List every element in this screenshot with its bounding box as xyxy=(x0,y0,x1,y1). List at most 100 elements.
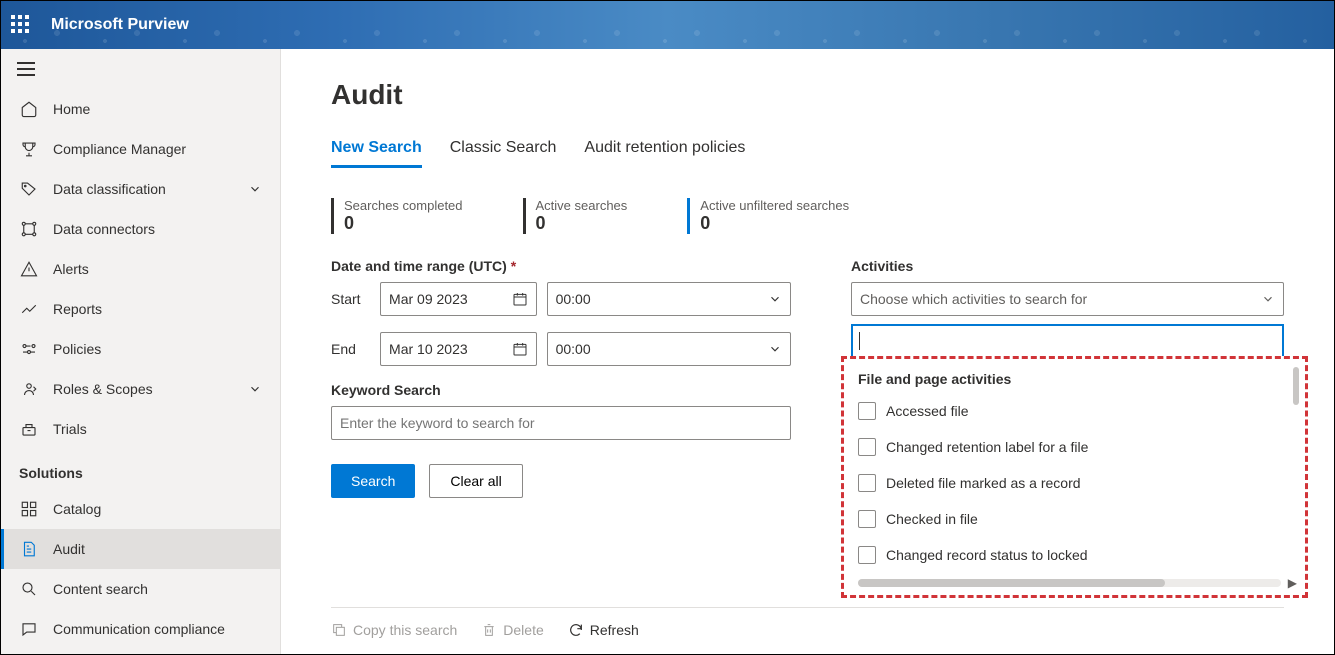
checkbox[interactable] xyxy=(858,474,876,492)
horizontal-scrollbar[interactable]: ▶ xyxy=(858,577,1297,589)
sidebar-item-label: Audit xyxy=(53,541,262,557)
activity-option[interactable]: Changed record status to locked xyxy=(858,537,1297,573)
trophy-icon xyxy=(19,139,39,159)
end-time-input[interactable]: 00:00 xyxy=(547,332,791,366)
sidebar-item-content-search[interactable]: Content search xyxy=(1,569,280,609)
hamburger-icon[interactable] xyxy=(17,62,35,76)
sidebar-item-roles-scopes[interactable]: Roles & Scopes xyxy=(1,369,280,409)
sidebar-item-label: Compliance Manager xyxy=(53,141,262,157)
app-title: Microsoft Purview xyxy=(51,16,189,34)
comm-icon xyxy=(19,619,39,639)
checkbox[interactable] xyxy=(858,402,876,420)
sidebar-item-policies[interactable]: Policies xyxy=(1,329,280,369)
activities-group-title: File and page activities xyxy=(858,371,1297,387)
activity-option-label: Checked in file xyxy=(886,511,978,527)
app-launcher-icon[interactable] xyxy=(11,15,31,35)
reports-icon xyxy=(19,299,39,319)
audit-icon xyxy=(19,539,39,559)
activity-option-label: Changed record status to locked xyxy=(886,547,1088,563)
stat-value: 0 xyxy=(700,213,849,234)
sidebar-item-home[interactable]: Home xyxy=(1,89,280,129)
calendar-icon xyxy=(512,291,528,307)
checkbox[interactable] xyxy=(858,438,876,456)
clear-all-button[interactable]: Clear all xyxy=(429,464,522,498)
keyword-search-field[interactable] xyxy=(340,415,782,431)
chevron-down-icon xyxy=(248,182,262,196)
home-icon xyxy=(19,99,39,119)
activity-option[interactable]: Checked in file xyxy=(858,501,1297,537)
main-content: Audit New Search Classic Search Audit re… xyxy=(281,49,1334,654)
start-date-value: Mar 09 2023 xyxy=(389,291,468,307)
command-bar: Copy this search Delete Refresh xyxy=(331,607,1284,638)
tab-audit-retention-policies[interactable]: Audit retention policies xyxy=(584,133,745,167)
vertical-scrollbar[interactable] xyxy=(1291,367,1301,567)
sidebar-item-data-connectors[interactable]: Data connectors xyxy=(1,209,280,249)
stat-active-unfiltered-searches: Active unfiltered searches 0 xyxy=(687,198,849,234)
stat-label: Searches completed xyxy=(344,198,463,213)
sidebar-item-catalog[interactable]: Catalog xyxy=(1,489,280,529)
sidebar-item-communication-compliance[interactable]: Communication compliance xyxy=(1,609,280,649)
sidebar-item-label: Data classification xyxy=(53,181,248,197)
stat-label: Active searches xyxy=(536,198,628,213)
activities-search-input[interactable] xyxy=(851,324,1284,358)
sidebar-item-audit[interactable]: Audit xyxy=(1,529,280,569)
activity-option[interactable]: Deleted file marked as a record xyxy=(858,465,1297,501)
activity-option-label: Changed retention label for a file xyxy=(886,439,1088,455)
checkbox[interactable] xyxy=(858,546,876,564)
refresh-button[interactable]: Refresh xyxy=(568,622,639,638)
start-label: Start xyxy=(331,291,370,307)
copy-label: Copy this search xyxy=(353,622,457,638)
delete-label: Delete xyxy=(503,622,543,638)
connector-icon xyxy=(19,219,39,239)
sidebar-item-alerts[interactable]: Alerts xyxy=(1,249,280,289)
stat-value: 0 xyxy=(344,213,463,234)
activity-option[interactable]: Accessed file xyxy=(858,393,1297,429)
stats-bar: Searches completed 0 Active searches 0 A… xyxy=(331,198,1284,234)
trials-icon xyxy=(19,419,39,439)
delete-icon xyxy=(481,622,497,638)
activities-label: Activities xyxy=(851,258,1284,274)
search-icon xyxy=(19,579,39,599)
sidebar-item-data-classification[interactable]: Data classification xyxy=(1,169,280,209)
sidebar-item-label: Catalog xyxy=(53,501,262,517)
end-date-input[interactable]: Mar 10 2023 xyxy=(380,332,537,366)
text-cursor xyxy=(859,332,860,350)
chevron-down-icon xyxy=(248,382,262,396)
stat-active-searches: Active searches 0 xyxy=(523,198,628,234)
sidebar-item-compliance-manager[interactable]: Compliance Manager xyxy=(1,129,280,169)
sidebar-item-trials[interactable]: Trials xyxy=(1,409,280,449)
sidebar-solutions-heading: Solutions xyxy=(1,449,280,489)
sidebar-item-reports[interactable]: Reports xyxy=(1,289,280,329)
tag-icon xyxy=(19,179,39,199)
sidebar-item-label: Communication compliance xyxy=(53,621,262,637)
roles-icon xyxy=(19,379,39,399)
activity-option[interactable]: Changed retention label for a file xyxy=(858,429,1297,465)
stat-label: Active unfiltered searches xyxy=(700,198,849,213)
calendar-icon xyxy=(512,341,528,357)
search-button[interactable]: Search xyxy=(331,464,415,498)
stat-value: 0 xyxy=(536,213,628,234)
chevron-down-icon xyxy=(768,342,782,356)
start-date-input[interactable]: Mar 09 2023 xyxy=(380,282,537,316)
tab-new-search[interactable]: New Search xyxy=(331,133,422,167)
activities-dropdown-panel: File and page activities Accessed file C… xyxy=(841,356,1308,598)
checkbox[interactable] xyxy=(858,510,876,528)
keyword-search-label: Keyword Search xyxy=(331,382,791,398)
delete-button: Delete xyxy=(481,622,543,638)
alert-icon xyxy=(19,259,39,279)
sidebar-item-label: Reports xyxy=(53,301,262,317)
keyword-search-input[interactable] xyxy=(331,406,791,440)
sidebar-item-label: Policies xyxy=(53,341,262,357)
copy-icon xyxy=(331,622,347,638)
end-time-value: 00:00 xyxy=(556,341,591,357)
sidebar-item-label: Alerts xyxy=(53,261,262,277)
chevron-down-icon xyxy=(1261,292,1275,306)
copy-this-search-button: Copy this search xyxy=(331,622,457,638)
tab-classic-search[interactable]: Classic Search xyxy=(450,133,557,167)
start-time-input[interactable]: 00:00 xyxy=(547,282,791,316)
policies-icon xyxy=(19,339,39,359)
global-header: Microsoft Purview xyxy=(1,1,1334,49)
activities-select[interactable]: Choose which activities to search for xyxy=(851,282,1284,316)
sidebar-item-label: Trials xyxy=(53,421,262,437)
sidebar-item-label: Content search xyxy=(53,581,262,597)
